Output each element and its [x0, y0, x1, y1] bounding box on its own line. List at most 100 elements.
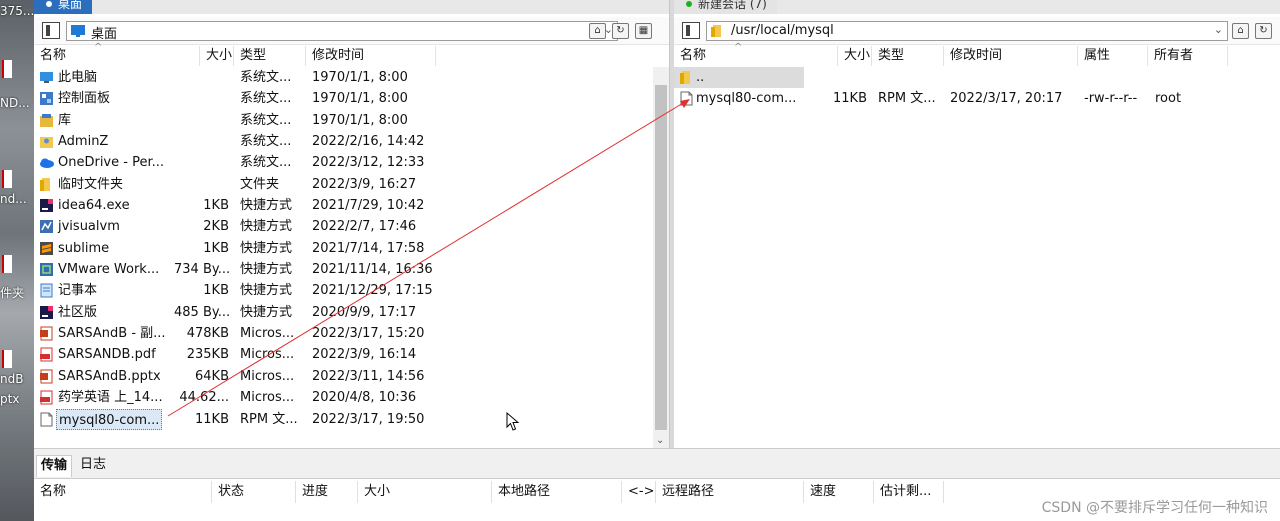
- file-row[interactable]: 记事本 1KB 快捷方式 2021/12/29, 17:15: [34, 280, 653, 301]
- file-row[interactable]: 库 系统文... 1970/1/1, 8:00: [34, 110, 653, 131]
- file-size: [174, 88, 229, 109]
- local-scrollbar[interactable]: ⌄: [653, 67, 669, 448]
- file-name: 此电脑: [58, 70, 98, 85]
- remote-path-field[interactable]: /usr/local/mysql ⌄: [706, 21, 1228, 41]
- desktop-file-icon[interactable]: [2, 350, 12, 368]
- file-row[interactable]: OneDrive - Per... 系统文... 2022/3/12, 12:33: [34, 152, 653, 173]
- home-folder-icon[interactable]: ⌂: [589, 23, 606, 39]
- column-header[interactable]: 大小: [838, 46, 872, 66]
- idea-icon: [40, 199, 53, 213]
- chevron-down-icon[interactable]: ⌄: [656, 435, 664, 446]
- remote-file-pane: 新建会话 (7) /usr/local/mysql ⌄ ⌂ ↻ 名称 大小 类型 修改…: [674, 0, 1280, 448]
- tab-log[interactable]: 日志: [76, 455, 110, 477]
- tab-transfer[interactable]: 传输: [36, 455, 73, 477]
- desktop-label: nd...: [0, 192, 27, 206]
- column-header[interactable]: 属性: [1078, 46, 1148, 66]
- connected-dot-icon: [686, 1, 692, 7]
- column-header[interactable]: 所有者: [1148, 46, 1228, 66]
- file-name: AdminZ: [58, 134, 109, 150]
- local-path-field[interactable]: 桌面 ⌄: [66, 21, 618, 42]
- file-size: 11KB: [833, 91, 867, 107]
- file-mtime: 2021/7/14, 17:58: [312, 240, 425, 256]
- transfer-column-header[interactable]: <->: [622, 481, 656, 503]
- parent-dir-row[interactable]: ..: [674, 67, 804, 89]
- transfer-column-header[interactable]: 名称: [34, 481, 212, 503]
- refresh-icon[interactable]: ↻: [1255, 23, 1272, 39]
- file-type: RPM 文...: [878, 91, 936, 107]
- file-name: SARSAndB - 副...: [58, 326, 166, 342]
- file-row[interactable]: idea64.exe 1KB 快捷方式 2021/7/29, 10:42: [34, 195, 653, 216]
- desktop-file-icon[interactable]: [2, 170, 12, 188]
- remote-toolbar: ⌂ ↻: [1232, 23, 1272, 39]
- file-mtime: 1970/1/1, 8:00: [312, 91, 408, 107]
- file-size: [174, 152, 229, 173]
- file-type: 系统文...: [240, 134, 292, 150]
- column-header[interactable]: 修改时间: [306, 46, 436, 66]
- remote-path-text: /usr/local/mysql: [731, 23, 834, 38]
- view-mode-icon[interactable]: ▦: [635, 23, 652, 39]
- chevron-down-icon[interactable]: ⌄: [1214, 23, 1223, 36]
- file-row[interactable]: jvisualvm 2KB 快捷方式 2022/2/7, 17:46: [34, 216, 653, 237]
- toggle-tree-icon[interactable]: [42, 22, 60, 39]
- tab-remote-session[interactable]: 新建会话 (7): [674, 0, 777, 14]
- file-type: Micros...: [240, 326, 295, 342]
- toggle-tree-icon[interactable]: [682, 22, 700, 39]
- transfer-column-header[interactable]: 远程路径: [656, 481, 804, 503]
- tab-local-desktop[interactable]: 桌面: [34, 0, 93, 14]
- file-size: [174, 110, 229, 131]
- transfer-column-header[interactable]: 状态: [212, 481, 296, 503]
- sublime-icon: [40, 241, 53, 255]
- file-type: Micros...: [240, 390, 295, 406]
- file-mtime: 2022/3/11, 14:56: [312, 368, 425, 384]
- file-mtime: 2022/2/16, 14:42: [312, 134, 425, 150]
- column-header[interactable]: 大小: [200, 46, 234, 66]
- file-row[interactable]: SARSAndB - 副... 478KB Micros... 2022/3/17, …: [34, 323, 653, 344]
- file-type: [878, 67, 940, 88]
- file-row[interactable]: 社区版 485 By... 快捷方式 2020/9/9, 17:17: [34, 302, 653, 323]
- transfer-column-header[interactable]: 速度: [804, 481, 874, 503]
- file-row[interactable]: SARSAndB.pptx 64KB Micros... 2022/3/11, 14:…: [34, 366, 653, 387]
- column-header[interactable]: 修改时间: [944, 46, 1078, 66]
- file-row[interactable]: SARSANDB.pdf 235KB Micros... 2022/3/9, 16:1…: [34, 344, 653, 365]
- file-type: 快捷方式: [240, 262, 293, 278]
- file-type: 系统文...: [240, 155, 292, 171]
- local-toolbar: ⌂ ↻ ▦: [589, 23, 652, 39]
- desktop-file-icon[interactable]: [2, 60, 12, 78]
- file-mtime: 1970/1/1, 8:00: [312, 70, 408, 85]
- desktop-folder-icon[interactable]: [2, 255, 12, 273]
- home-folder-icon[interactable]: ⌂: [1232, 23, 1249, 39]
- file-mtime: 2022/3/17, 19:50: [312, 411, 425, 427]
- transfer-column-header[interactable]: 本地路径: [492, 481, 622, 503]
- file-size: [174, 67, 229, 88]
- file-row[interactable]: mysql80-com... 11KB RPM 文... 2022/3/17, 20:…: [674, 88, 1280, 109]
- desktop-label: 件夹: [0, 286, 25, 300]
- transfer-column-header[interactable]: 进度: [296, 481, 358, 503]
- folder-icon: [680, 71, 690, 84]
- file-row[interactable]: mysql80-com... 11KB RPM 文... 2022/3/17, 19:…: [34, 408, 653, 430]
- remote-column-header: 名称 大小 类型 修改时间 属性 所有者 ^: [674, 42, 1280, 66]
- file-mtime: 2022/3/9, 16:14: [312, 347, 417, 363]
- desktop-label: 375...: [0, 4, 34, 18]
- remote-tab-bar: 新建会话 (7): [674, 0, 1280, 14]
- file-type: 系统文...: [240, 91, 292, 107]
- transfer-column-header[interactable]: 估计剩...: [874, 481, 944, 503]
- column-header[interactable]: 名称: [34, 46, 200, 66]
- transfer-column-header[interactable]: 大小: [358, 481, 492, 503]
- refresh-icon[interactable]: ↻: [612, 23, 629, 39]
- file-name: sublime: [58, 240, 110, 256]
- file-row[interactable]: AdminZ 系统文... 2022/2/16, 14:42: [34, 131, 653, 152]
- file-row[interactable]: 控制面板 系统文... 1970/1/1, 8:00: [34, 88, 653, 109]
- column-header[interactable]: 类型: [234, 46, 306, 66]
- file-row[interactable]: 此电脑 系统文... 1970/1/1, 8:00: [34, 67, 653, 88]
- column-header[interactable]: 名称: [674, 46, 838, 66]
- scrollbar-thumb[interactable]: [655, 85, 667, 430]
- file-row[interactable]: sublime 1KB 快捷方式 2021/7/14, 17:58: [34, 238, 653, 259]
- file-row[interactable]: 临时文件夹 文件夹 2022/3/9, 16:27: [34, 174, 653, 195]
- mouse-cursor-icon: [506, 412, 520, 431]
- file-size: 1KB: [203, 240, 229, 256]
- column-header[interactable]: 类型: [872, 46, 944, 66]
- bottom-tabs: 传输 日志: [34, 449, 1280, 479]
- file-row[interactable]: 药学英语 上_14... 44.62... Micros... 2020/4/8, 1…: [34, 387, 653, 408]
- file-row[interactable]: VMware Work... 734 By... 快捷方式 2021/11/14, 1…: [34, 259, 653, 280]
- file-name: SARSANDB.pdf: [58, 347, 156, 363]
